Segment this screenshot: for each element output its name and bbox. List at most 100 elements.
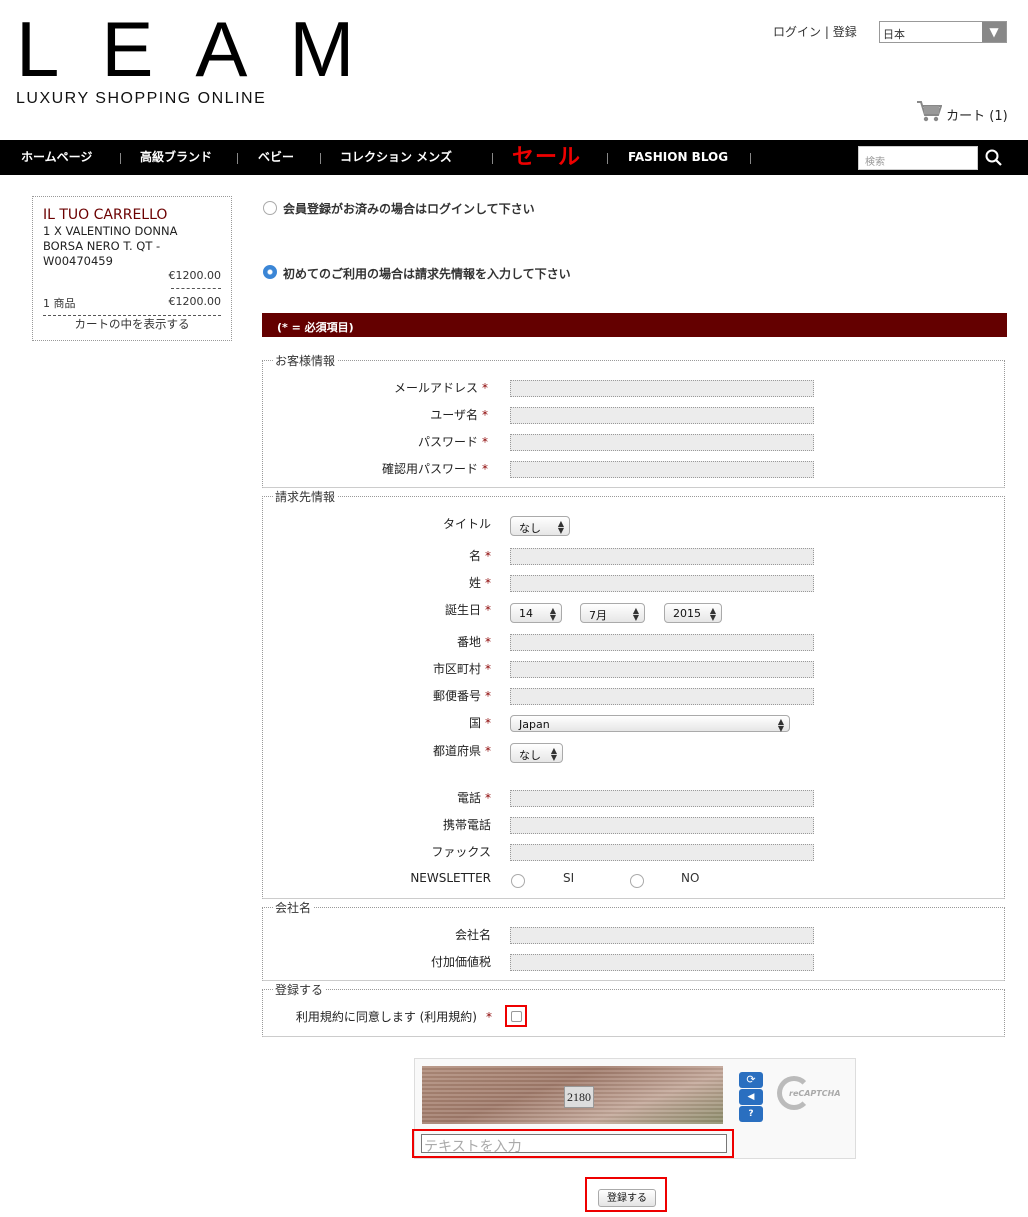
register-link[interactable]: 登録 — [833, 25, 857, 39]
terms-checkbox-highlight — [505, 1005, 527, 1027]
last-name-label: 姓 * — [468, 576, 491, 590]
nav-item-sale[interactable]: セール — [512, 140, 581, 175]
required-fields-bar: (* = 必須項目) — [262, 313, 1007, 337]
company-name-label: 会社名 — [454, 928, 491, 942]
captcha-number: 2180 — [564, 1086, 594, 1108]
email-field[interactable] — [510, 380, 814, 397]
zip-label: 郵便番号 * — [432, 689, 491, 703]
cart-item-price: €1200.00 — [168, 269, 222, 282]
captcha-input[interactable]: テキストを入力 — [421, 1134, 727, 1155]
register-button[interactable]: 登録する — [598, 1189, 656, 1207]
nav-separator — [320, 153, 321, 164]
company-name-field[interactable] — [510, 927, 814, 944]
prefecture-label: 都道府県 * — [432, 744, 491, 758]
city-label: 市区町村 * — [432, 662, 491, 676]
nav-separator — [750, 153, 751, 164]
address-label: 番地 * — [456, 635, 491, 649]
refresh-icon[interactable]: ⟳ — [739, 1072, 763, 1088]
search-icon[interactable] — [984, 148, 1004, 168]
mobile-field[interactable] — [510, 817, 814, 834]
language-value: 日本 — [883, 28, 905, 41]
cart-item-count: 1 商品 — [43, 297, 76, 310]
phone-field[interactable] — [510, 790, 814, 807]
terms-checkbox[interactable] — [511, 1011, 522, 1022]
newsletter-yes-label: SI — [563, 871, 575, 885]
billing-info-legend: 請求先情報 — [273, 488, 338, 505]
cart-link[interactable]: カート (1) — [916, 100, 1008, 124]
country-label: 国 * — [468, 716, 491, 730]
cart-count: (1) — [989, 109, 1008, 124]
vat-label: 付加価値税 — [430, 955, 491, 969]
view-cart-link[interactable]: カートの中を表示する — [43, 316, 221, 332]
birth-year-select[interactable]: 2015 ▲ ▼ — [664, 603, 722, 623]
nav-separator — [492, 153, 493, 164]
register-legend: 登録する — [273, 981, 326, 998]
chevron-down-icon: ▼ — [982, 22, 1006, 42]
email-label: メールアドレス * — [393, 381, 488, 395]
captcha-input-highlight: テキストを入力 — [412, 1129, 734, 1158]
cart-summary-title: IL TUO CARRELLO — [43, 207, 168, 223]
cart-label: カート — [946, 109, 986, 124]
birth-month-select[interactable]: 7月 ▲ ▼ — [580, 603, 645, 623]
password-label: パスワード * — [417, 435, 488, 449]
confirm-password-field[interactable] — [510, 461, 814, 478]
shopping-cart-icon — [917, 101, 943, 122]
nav-item-home[interactable]: ホームページ — [21, 140, 92, 175]
company-legend: 会社名 — [273, 899, 314, 916]
cart-total: €1200.00 — [168, 295, 222, 308]
zip-field[interactable] — [510, 688, 814, 705]
mobile-label: 携帯電話 — [442, 818, 491, 832]
title-label: タイトル — [442, 517, 491, 531]
first-name-label: 名 * — [468, 549, 491, 563]
login-link[interactable]: ログイン — [773, 25, 821, 39]
login-option-label: 会員登録がお済みの場合はログインして下さい — [283, 202, 535, 216]
birthday-label: 誕生日 * — [444, 603, 491, 617]
country-select[interactable]: Japan ▲ ▼ — [510, 715, 790, 733]
captcha-image: 2180 — [422, 1066, 723, 1124]
first-name-field[interactable] — [510, 548, 814, 565]
newsletter-yes-radio[interactable] — [511, 874, 525, 888]
newsletter-label: NEWSLETTER — [410, 871, 491, 885]
terms-label: 利用規約に同意します (利用規約) * — [295, 1010, 492, 1024]
price-divider — [171, 288, 221, 289]
fax-label: ファックス — [431, 845, 491, 859]
prefecture-select[interactable]: なし ▲ ▼ — [510, 743, 563, 763]
nav-item-baby[interactable]: ベビー — [258, 140, 294, 175]
submit-highlight: 登録する — [585, 1177, 667, 1212]
address-field[interactable] — [510, 634, 814, 651]
customer-info-legend: お客様情報 — [273, 352, 338, 369]
birth-day-select[interactable]: 14 ▲ ▼ — [510, 603, 562, 623]
new-customer-label: 初めてのご利用の場合は請求先情報を入力して下さい — [283, 267, 571, 281]
last-name-field[interactable] — [510, 575, 814, 592]
username-label: ユーザ名 * — [430, 408, 488, 422]
title-select[interactable]: なし ▲ ▼ — [510, 516, 570, 536]
newsletter-no-label: NO — [681, 871, 700, 885]
cart-item-name: 1 X VALENTINO DONNA BORSA NERO T. QT - W… — [43, 224, 178, 268]
audio-icon[interactable]: ◀ — [739, 1089, 763, 1105]
cart-summary: IL TUO CARRELLO 1 X VALENTINO DONNA BORS… — [32, 196, 232, 341]
phone-label: 電話 * — [456, 791, 491, 805]
nav-item-luxury-brands[interactable]: 高級ブランド — [140, 140, 212, 175]
confirm-password-label: 確認用パスワード * — [381, 462, 488, 476]
account-links: ログイン | 登録 — [773, 23, 857, 40]
username-field[interactable] — [510, 407, 814, 424]
fax-field[interactable] — [510, 844, 814, 861]
nav-separator — [237, 153, 238, 164]
login-option-radio[interactable] — [263, 201, 277, 215]
link-separator: | — [824, 25, 829, 39]
password-field[interactable] — [510, 434, 814, 451]
help-icon[interactable]: ? — [739, 1106, 763, 1122]
city-field[interactable] — [510, 661, 814, 678]
language-select[interactable]: 日本 ▼ — [879, 21, 1007, 43]
nav-item-mens-collection[interactable]: コレクション メンズ — [340, 140, 452, 175]
nav-separator — [607, 153, 608, 164]
nav-item-fashion-blog[interactable]: FASHION BLOG — [628, 140, 728, 175]
vat-field[interactable] — [510, 954, 814, 971]
recaptcha-brand: reCAPTCHA — [789, 1089, 841, 1098]
site-logo[interactable]: LEAM — [16, 10, 396, 88]
new-customer-radio[interactable] — [263, 265, 277, 279]
nav-separator — [120, 153, 121, 164]
site-tagline: LUXURY SHOPPING ONLINE — [16, 90, 267, 107]
search-input[interactable]: 検索 — [858, 146, 978, 170]
newsletter-no-radio[interactable] — [630, 874, 644, 888]
